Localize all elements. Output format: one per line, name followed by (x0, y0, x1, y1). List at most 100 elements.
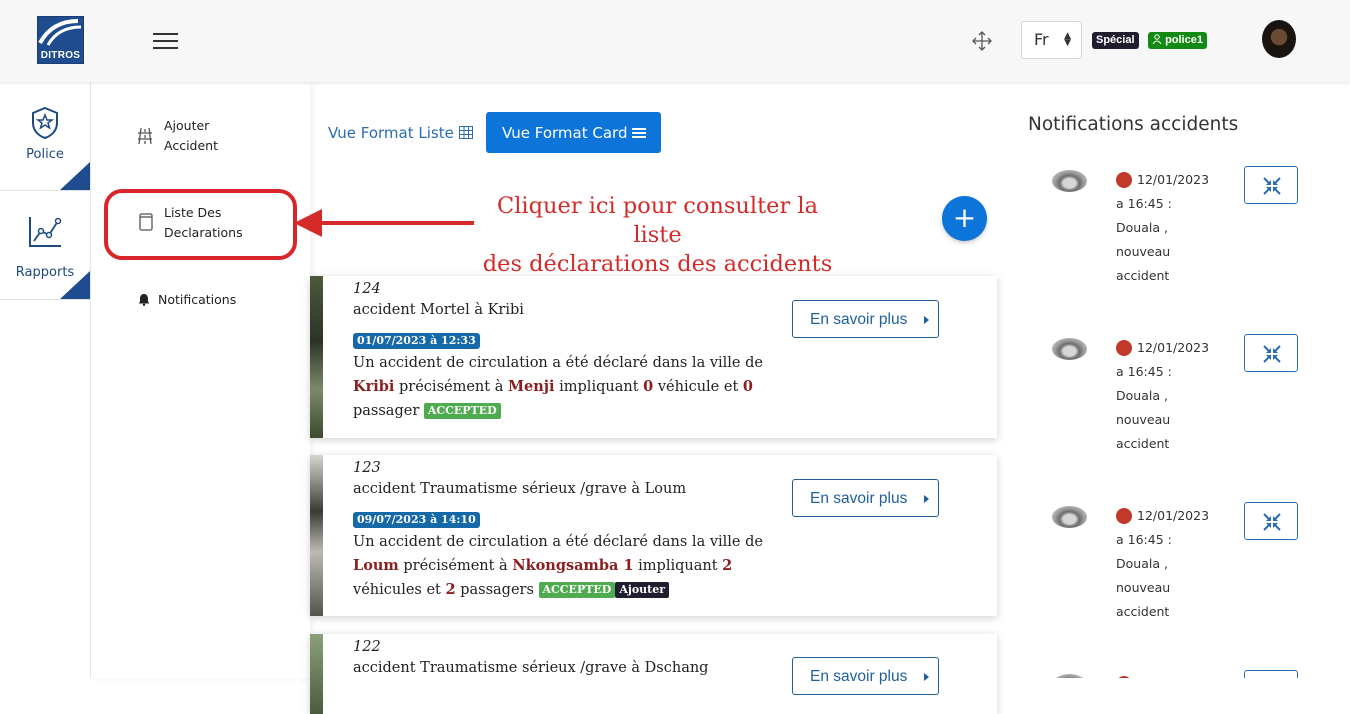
line-chart-icon (29, 217, 62, 247)
user-badge[interactable]: police1 (1148, 32, 1207, 49)
desc-text: impliquant (554, 379, 644, 395)
notification-time: a 16:45 : (1116, 364, 1172, 379)
ajouter-badge[interactable]: Ajouter (615, 582, 670, 598)
collapse-button[interactable] (1244, 334, 1298, 372)
desc-city: Loum (353, 557, 399, 574)
notification-item: 12/01/2023 a 16:45 : Douala , nouveau ac… (1050, 334, 1310, 474)
desc-text: Un accident de circulation a été déclaré… (353, 534, 763, 550)
shield-star-icon (32, 106, 58, 140)
more-info-button[interactable]: En savoir plus (792, 300, 939, 338)
more-info-button[interactable]: En savoir plus (792, 479, 939, 517)
more-info-label: En savoir plus (810, 668, 908, 685)
notification-thumbnail (1052, 170, 1087, 192)
desc-text: véhicules et (353, 582, 446, 598)
desc-text: précisément à (398, 558, 513, 574)
submenu-ajouter-accident[interactable]: Ajouter Accident (164, 116, 218, 156)
add-accident-button[interactable]: + (942, 196, 987, 241)
collapse-button[interactable] (1244, 670, 1298, 678)
notification-line3: nouveau (1116, 412, 1171, 427)
submenu-label-line1: Notifications (158, 292, 237, 307)
caret-right-icon (924, 673, 929, 681)
caret-right-icon (924, 316, 929, 324)
road-logo-icon (38, 19, 82, 46)
list-view-button[interactable]: Vue Format Liste (328, 124, 473, 142)
notification-thumbnail (1052, 338, 1087, 360)
caret-right-icon (924, 495, 929, 503)
accident-title: accident Traumatisme sérieux /grave à Lo… (353, 481, 687, 497)
fullscreen-move-icon[interactable] (971, 30, 993, 52)
submenu-label-line2: Accident (164, 138, 218, 153)
top-bar: DITROS Fr ▲ ▼ Spécial police1 (0, 0, 1350, 82)
accident-card: 124 accident Mortel à Kribi 01/07/2023 à… (310, 276, 997, 438)
accident-photo (310, 455, 323, 616)
desc-vehicles: 0 (643, 378, 654, 395)
desc-text: véhicule et (653, 379, 743, 395)
more-info-button[interactable]: En savoir plus (792, 657, 939, 695)
accident-photo (310, 276, 323, 438)
collapse-button[interactable] (1244, 166, 1298, 204)
notification-thumbnail (1052, 674, 1087, 678)
nav-corner-decoration (60, 162, 90, 190)
bell-icon (138, 294, 150, 306)
submenu-label-line1: Ajouter (164, 118, 210, 133)
desc-passengers: 0 (742, 378, 753, 395)
accident-number: 122 (353, 639, 381, 655)
language-value: Fr (1034, 30, 1049, 49)
accident-card: 122 accident Traumatisme sérieux /grave … (310, 634, 997, 714)
role-badge: Spécial (1092, 32, 1139, 49)
accident-date-badge: 09/07/2023 à 14:10 (353, 512, 480, 528)
notification-city: Douala , (1116, 556, 1168, 571)
notification-item: 12/01/2023 a 16:45 : Douala , nouveau ac… (1050, 502, 1310, 642)
accident-card: 123 accident Traumatisme sérieux /grave … (310, 455, 997, 616)
accident-photo (310, 634, 323, 714)
user-icon (1152, 34, 1162, 45)
notification-text: 12/01/2023 a 16:45 : Douala , nouveau ac… (1116, 168, 1236, 288)
collapse-button[interactable] (1244, 502, 1298, 540)
notification-time: a 16:45 : (1116, 532, 1172, 547)
notification-thumbnail (1052, 506, 1087, 528)
nav-item-police[interactable]: Police (0, 82, 90, 191)
highlight-box (104, 189, 297, 260)
desc-text: précisément à (394, 379, 508, 395)
notification-line4: accident (1116, 604, 1170, 619)
accident-title: accident Mortel à Kribi (353, 302, 524, 318)
accident-number: 123 (353, 460, 381, 476)
select-caret-icon: ▲ ▼ (1064, 31, 1071, 48)
notification-text: 12/01/2023 a 16:45 : Douala , nouveau ac… (1116, 336, 1236, 456)
user-name: police1 (1165, 34, 1203, 46)
desc-passengers: 2 (445, 581, 456, 598)
sub-menu: Ajouter Accident Liste Des Declarations … (91, 82, 310, 678)
logo-text: DITROS (40, 50, 81, 61)
notification-time: a 16:45 : (1116, 196, 1172, 211)
annotation-arrow-icon (294, 209, 474, 237)
notification-line4: accident (1116, 436, 1170, 451)
nav-corner-decoration (60, 271, 90, 299)
nav-label-police: Police (26, 147, 64, 162)
accident-number: 124 (353, 281, 381, 297)
annotation-line2: des déclarations des accidents (482, 251, 833, 277)
desc-city: Kribi (353, 378, 395, 395)
list-view-label: Vue Format Liste (328, 124, 454, 142)
notification-city: Douala , (1116, 388, 1168, 403)
card-view-button[interactable]: Vue Format Card (486, 112, 661, 153)
left-nav: Police Rapports (0, 82, 91, 678)
nav-item-rapports[interactable]: Rapports (0, 191, 90, 300)
notification-date: 12/01/2023 (1137, 172, 1210, 187)
hamburger-menu-icon[interactable] (153, 33, 178, 49)
card-view-label: Vue Format Card (502, 124, 628, 142)
more-info-label: En savoir plus (810, 311, 908, 328)
user-avatar[interactable] (1262, 20, 1296, 58)
notification-line4: accident (1116, 268, 1170, 283)
notification-date: 12/01/2023 (1137, 340, 1210, 355)
table-grid-icon (458, 126, 473, 139)
notification-text: 12/01/2023 a 16:45 : Douala , nouveau ac… (1116, 504, 1236, 624)
status-badge: ACCEPTED (538, 582, 616, 598)
notification-item: 12/01/2023 a 16:45 : Douala , nouveau ac… (1050, 166, 1310, 306)
status-badge: ACCEPTED (423, 403, 501, 419)
notification-date: 12/01/2023 (1137, 508, 1210, 523)
language-select[interactable]: Fr ▲ ▼ (1021, 21, 1082, 59)
road-icon (138, 127, 152, 145)
submenu-notifications[interactable]: Notifications (158, 290, 236, 310)
ditros-logo[interactable]: DITROS (37, 16, 84, 64)
notification-city: Douala , (1116, 220, 1168, 235)
